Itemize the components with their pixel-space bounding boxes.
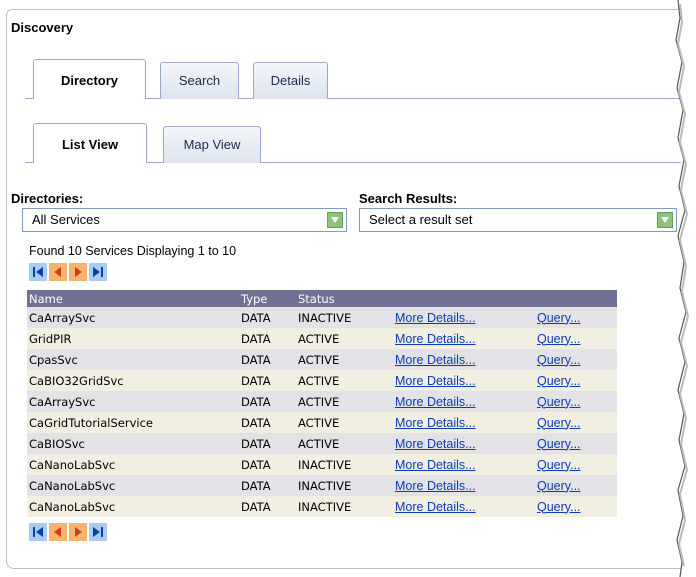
service-name: CaArraySvc [27, 307, 239, 328]
column-header-details [393, 290, 535, 307]
search-results-select[interactable]: Select a result set [359, 208, 677, 232]
service-name: GridPIR [27, 328, 239, 349]
service-name: CaGridTutorialService [27, 412, 239, 433]
service-name: CaBIOSvc [27, 433, 239, 454]
query-link[interactable]: Query... [537, 500, 581, 514]
main-tab-bar: Directory Search Details [7, 59, 681, 99]
more-details-link[interactable]: More Details... [395, 353, 476, 367]
service-type: DATA [239, 475, 296, 496]
service-status: ACTIVE [296, 328, 393, 349]
service-type: DATA [239, 307, 296, 328]
view-tab-bar: List View Map View [7, 123, 681, 163]
more-details-link[interactable]: More Details... [395, 395, 476, 409]
service-type: DATA [239, 328, 296, 349]
service-status: INACTIVE [296, 496, 393, 517]
more-details-link[interactable]: More Details... [395, 311, 476, 325]
tab-directory[interactable]: Directory [33, 59, 146, 99]
service-status: ACTIVE [296, 412, 393, 433]
query-link[interactable]: Query... [537, 395, 581, 409]
service-status: ACTIVE [296, 370, 393, 391]
table-row: CaGridTutorialService DATA ACTIVE More D… [27, 412, 617, 433]
more-details-link[interactable]: More Details... [395, 500, 476, 514]
service-status: INACTIVE [296, 475, 393, 496]
search-results-selected-value: Select a result set [369, 212, 473, 227]
more-details-link[interactable]: More Details... [395, 332, 476, 346]
service-name: CaNanoLabSvc [27, 496, 239, 517]
more-details-link[interactable]: More Details... [395, 458, 476, 472]
query-link[interactable]: Query... [537, 458, 581, 472]
service-status: ACTIVE [296, 391, 393, 412]
service-type: DATA [239, 412, 296, 433]
column-header-status[interactable]: Status [296, 290, 393, 307]
services-table: Name Type Status CaArraySvc DATA INACTIV… [27, 290, 617, 517]
tab-details[interactable]: Details [253, 62, 328, 99]
column-header-name[interactable]: Name [27, 290, 239, 307]
more-details-link[interactable]: More Details... [395, 374, 476, 388]
service-status: INACTIVE [296, 307, 393, 328]
first-page-icon[interactable] [29, 263, 47, 281]
tab-map-view[interactable]: Map View [163, 126, 261, 163]
previous-page-icon[interactable] [49, 263, 67, 281]
more-details-link[interactable]: More Details... [395, 416, 476, 430]
query-link[interactable]: Query... [537, 374, 581, 388]
service-type: DATA [239, 391, 296, 412]
query-link[interactable]: Query... [537, 479, 581, 493]
service-status: INACTIVE [296, 454, 393, 475]
service-type: DATA [239, 349, 296, 370]
table-row: CaNanoLabSvc DATA INACTIVE More Details.… [27, 475, 617, 496]
service-name: CaArraySvc [27, 391, 239, 412]
table-row: GridPIR DATA ACTIVE More Details... Quer… [27, 328, 617, 349]
query-link[interactable]: Query... [537, 437, 581, 451]
directories-label: Directories: [11, 191, 84, 206]
panel-title: Discovery [11, 20, 74, 35]
query-link[interactable]: Query... [537, 416, 581, 430]
chevron-down-icon[interactable] [327, 212, 343, 228]
service-type: DATA [239, 496, 296, 517]
more-details-link[interactable]: More Details... [395, 479, 476, 493]
table-header-row: Name Type Status [27, 290, 617, 307]
table-row: CaNanoLabSvc DATA INACTIVE More Details.… [27, 454, 617, 475]
pager-bottom [29, 523, 107, 541]
search-results-label: Search Results: [359, 191, 458, 206]
directories-select[interactable]: All Services [22, 208, 347, 232]
table-row: CaBIO32GridSvc DATA ACTIVE More Details.… [27, 370, 617, 391]
column-header-type[interactable]: Type [239, 290, 296, 307]
last-page-icon[interactable] [89, 523, 107, 541]
service-name: CaNanoLabSvc [27, 454, 239, 475]
service-status: ACTIVE [296, 433, 393, 454]
next-page-icon[interactable] [69, 263, 87, 281]
service-name: CpasSvc [27, 349, 239, 370]
service-name: CaNanoLabSvc [27, 475, 239, 496]
table-row: CaNanoLabSvc DATA INACTIVE More Details.… [27, 496, 617, 517]
more-details-link[interactable]: More Details... [395, 437, 476, 451]
service-name: CaBIO32GridSvc [27, 370, 239, 391]
results-count: Found 10 Services Displaying 1 to 10 [29, 244, 237, 258]
last-page-icon[interactable] [89, 263, 107, 281]
torn-edge-decoration [675, 0, 696, 577]
query-link[interactable]: Query... [537, 311, 581, 325]
column-header-query [535, 290, 617, 307]
table-row: CaArraySvc DATA INACTIVE More Details...… [27, 307, 617, 328]
service-type: DATA [239, 433, 296, 454]
query-link[interactable]: Query... [537, 332, 581, 346]
query-link[interactable]: Query... [537, 353, 581, 367]
service-type: DATA [239, 454, 296, 475]
directories-selected-value: All Services [32, 212, 100, 227]
table-row: CaBIOSvc DATA ACTIVE More Details... Que… [27, 433, 617, 454]
table-row: CaArraySvc DATA ACTIVE More Details... Q… [27, 391, 617, 412]
service-type: DATA [239, 370, 296, 391]
tab-list-view[interactable]: List View [33, 123, 147, 163]
service-status: ACTIVE [296, 349, 393, 370]
tab-search[interactable]: Search [160, 62, 239, 99]
previous-page-icon[interactable] [49, 523, 67, 541]
pager-top [29, 263, 107, 281]
first-page-icon[interactable] [29, 523, 47, 541]
next-page-icon[interactable] [69, 523, 87, 541]
table-row: CpasSvc DATA ACTIVE More Details... Quer… [27, 349, 617, 370]
